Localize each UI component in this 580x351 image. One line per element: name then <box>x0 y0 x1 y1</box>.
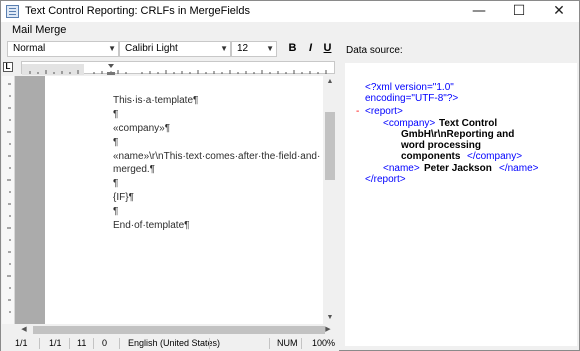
doc-line[interactable]: ¶ <box>113 109 118 121</box>
window-title: Text Control Reporting: CRLFs in MergeFi… <box>25 5 250 17</box>
merge-field-name[interactable]: «name»\r\nThis·text·comes·after·the·fiel… <box>113 151 320 163</box>
scroll-down-icon[interactable]: ▼ <box>323 314 337 321</box>
scroll-left-icon[interactable]: ◀ <box>17 325 31 333</box>
xml-company-text: Text Control <box>439 118 498 129</box>
font-combo[interactable]: Calibri Light ▼ <box>119 41 231 57</box>
document-editor[interactable]: This·is·a·template¶ ¶ «company»¶ ¶ «name… <box>15 76 323 324</box>
horizontal-ruler[interactable] <box>21 61 335 75</box>
main-window: Text Control Reporting: CRLFs in MergeFi… <box>0 0 580 351</box>
format-toolbar: Normal ▼ Calibri Light ▼ 12 ▼ B I U <box>1 40 339 58</box>
close-button[interactable]: ✕ <box>539 1 579 22</box>
xml-declaration: <?xml version="1.0" <box>365 82 454 93</box>
scroll-up-icon[interactable]: ▲ <box>323 78 337 85</box>
xml-name-text: Peter Jackson <box>424 163 492 174</box>
horizontal-scroll-thumb[interactable] <box>33 326 325 334</box>
status-separator <box>39 338 40 349</box>
minimize-button[interactable]: — <box>459 1 499 22</box>
horizontal-scrollbar[interactable]: ◀ ▶ <box>15 324 337 336</box>
scroll-right-icon[interactable]: ▶ <box>321 325 335 333</box>
italic-button[interactable]: I <box>303 41 318 57</box>
ruler-row: L <box>1 59 339 75</box>
document-page[interactable]: This·is·a·template¶ ¶ «company»¶ ¶ «name… <box>45 76 323 324</box>
status-separator <box>119 338 120 349</box>
tab-stop-selector[interactable]: L <box>3 62 13 72</box>
font-value: Calibri Light <box>125 43 178 54</box>
collapse-node-icon[interactable]: - <box>356 106 359 117</box>
status-separator <box>269 338 270 349</box>
data-source-label: Data source: <box>346 45 403 56</box>
xml-company-text: word processing <box>401 140 482 151</box>
doc-line[interactable]: ¶ <box>113 206 118 218</box>
xml-company-text: components <box>401 151 461 162</box>
if-field[interactable]: {IF}¶ <box>113 192 134 204</box>
doc-line[interactable]: End·of·template¶ <box>113 220 190 232</box>
xml-name-close: </name> <box>499 163 539 174</box>
bold-button[interactable]: B <box>285 41 300 57</box>
status-page: 1/1 <box>15 338 28 348</box>
merge-field-company[interactable]: «company»¶ <box>113 123 170 135</box>
status-language: English (United States) <box>128 338 221 348</box>
doc-line[interactable]: merged.¶ <box>113 164 155 176</box>
ruler-ticks <box>22 64 327 75</box>
status-separator <box>93 338 94 349</box>
xml-company-open: <company> <box>383 118 436 129</box>
status-separator <box>301 338 302 349</box>
chevron-down-icon: ▼ <box>108 44 116 53</box>
doc-line[interactable]: This·is·a·template¶ <box>113 95 198 107</box>
status-separator <box>209 338 210 349</box>
doc-line[interactable]: ¶ <box>113 137 118 149</box>
xml-company-text: GmbH\r\nReporting and <box>401 129 515 140</box>
vertical-ruler-ticks <box>7 83 11 313</box>
underline-button[interactable]: U <box>320 41 335 57</box>
menu-bar: Mail Merge <box>1 22 579 40</box>
status-section: 1/1 <box>49 338 62 348</box>
style-combo[interactable]: Normal ▼ <box>7 41 119 57</box>
menu-mail-merge[interactable]: Mail Merge <box>12 24 66 36</box>
font-size-value: 12 <box>237 43 249 54</box>
app-icon <box>6 5 19 18</box>
xml-report-open: <report> <box>365 106 403 117</box>
status-num-lock: NUM <box>277 338 298 348</box>
chevron-down-icon: ▼ <box>266 44 274 53</box>
style-value: Normal <box>13 43 46 54</box>
status-zoom[interactable]: 100% <box>312 338 335 348</box>
doc-line[interactable]: ¶ <box>113 178 118 190</box>
title-bar: Text Control Reporting: CRLFs in MergeFi… <box>1 1 579 22</box>
status-line: 11 <box>77 338 87 348</box>
vertical-scroll-thumb[interactable] <box>325 112 335 180</box>
font-size-combo[interactable]: 12 ▼ <box>231 41 277 57</box>
vertical-ruler[interactable] <box>2 76 15 324</box>
status-separator <box>69 338 70 349</box>
status-bar: 1/1 1/1 11 0 English (United States) NUM… <box>1 336 339 351</box>
xml-company-close: </company> <box>467 151 523 162</box>
xml-report-close: </report> <box>365 174 406 185</box>
xml-name-open: <name> <box>383 163 420 174</box>
maximize-button[interactable]: ☐ <box>499 1 539 22</box>
chevron-down-icon: ▼ <box>220 44 228 53</box>
status-column: 0 <box>102 338 108 348</box>
vertical-scrollbar[interactable]: ▲ ▼ <box>323 76 337 324</box>
xml-declaration-encoding: encoding="UTF-8"?> <box>365 93 459 104</box>
xml-viewer[interactable]: <?xml version="1.0" encoding="UTF-8"?> -… <box>345 63 577 346</box>
